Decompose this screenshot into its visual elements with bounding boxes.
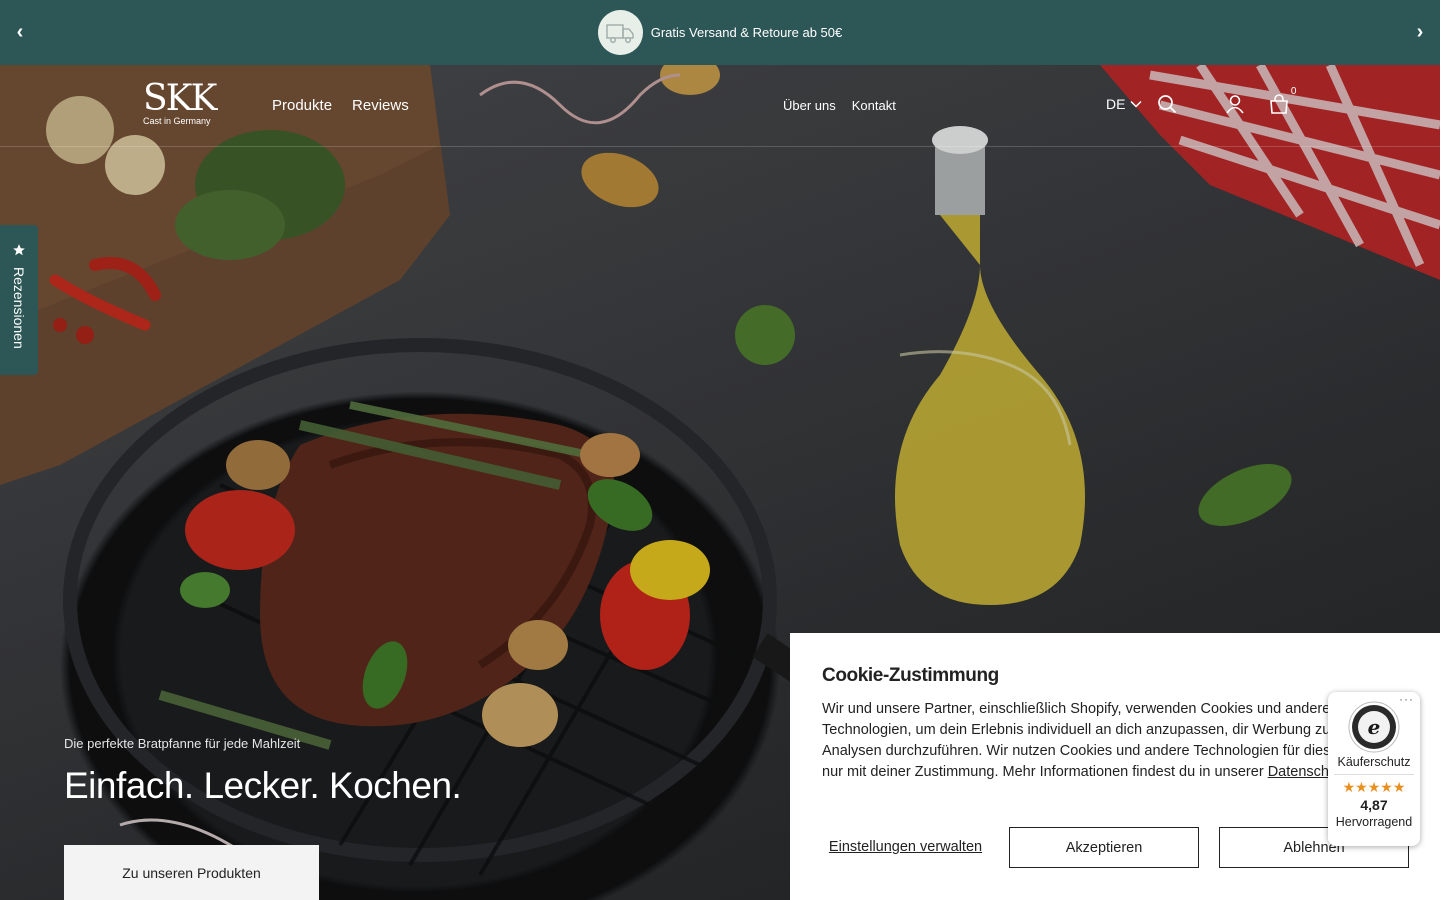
rating-score: 4,87 bbox=[1360, 797, 1388, 813]
manage-settings-button[interactable]: Einstellungen verwalten bbox=[822, 838, 989, 857]
search-icon[interactable] bbox=[1156, 93, 1178, 115]
announcement-next-button[interactable]: › bbox=[1400, 0, 1440, 65]
cookie-actions: Einstellungen verwalten Akzeptieren Able… bbox=[822, 827, 1409, 868]
reviews-tab-label: Rezensionen bbox=[11, 267, 27, 349]
trusted-shops-widget[interactable]: ··· e Käuferschutz ★★★★★ 4,87 Hervorrage… bbox=[1328, 692, 1420, 846]
logo-tagline: Cast in Germany bbox=[143, 116, 211, 126]
hero-subtitle: Die perfekte Bratpfanne für jede Mahlzei… bbox=[64, 736, 301, 751]
secondary-nav: Über uns Kontakt bbox=[783, 98, 896, 113]
nav-link-kontakt[interactable]: Kontakt bbox=[852, 98, 896, 113]
cookie-body: Wir und unsere Partner, einschließlich S… bbox=[822, 699, 1412, 783]
main-nav: Produkte Reviews bbox=[272, 97, 409, 114]
truck-icon bbox=[597, 10, 643, 55]
nav-link-produkte[interactable]: Produkte bbox=[272, 97, 332, 114]
rating-grade: Hervorragend bbox=[1335, 815, 1413, 829]
products-cta-button[interactable]: Zu unseren Produkten bbox=[64, 845, 319, 900]
reviews-side-tab[interactable]: Rezensionen bbox=[0, 225, 38, 375]
rating-stars-icon: ★★★★★ bbox=[1342, 779, 1406, 795]
language-selector[interactable]: DE bbox=[1106, 96, 1142, 112]
widget-menu-icon[interactable]: ··· bbox=[1399, 692, 1414, 706]
cart-icon[interactable]: 0 bbox=[1268, 86, 1296, 115]
site-header: SKK Cast in Germany Produkte Reviews Übe… bbox=[0, 65, 1440, 147]
announcement-prev-button[interactable]: ‹ bbox=[0, 0, 40, 65]
star-icon bbox=[13, 244, 25, 256]
nav-link-reviews[interactable]: Reviews bbox=[352, 97, 409, 114]
cookie-title: Cookie-Zustimmung bbox=[822, 665, 999, 686]
language-code: DE bbox=[1106, 96, 1126, 112]
account-icon[interactable] bbox=[1224, 93, 1246, 115]
announcement-message: Gratis Versand & Retoure ab 50€ bbox=[597, 10, 843, 55]
announcement-text: Gratis Versand & Retoure ab 50€ bbox=[650, 25, 843, 40]
trusted-shops-seal-icon: e bbox=[1348, 701, 1400, 753]
hero-title: Einfach. Lecker. Kochen. bbox=[64, 765, 462, 806]
announcement-bar: ‹ Gratis Versand & Retoure ab 50€ › bbox=[0, 0, 1440, 65]
nav-link-ueber-uns[interactable]: Über uns bbox=[783, 98, 836, 113]
cart-count: 0 bbox=[1290, 86, 1297, 97]
header-tools: DE 0 bbox=[1106, 86, 1296, 115]
chevron-down-icon bbox=[1130, 100, 1142, 108]
accept-button[interactable]: Akzeptieren bbox=[1009, 827, 1199, 868]
logo[interactable]: SKK Cast in Germany bbox=[143, 78, 218, 127]
widget-divider bbox=[1334, 774, 1414, 775]
svg-text:e: e bbox=[1368, 715, 1381, 739]
logo-mark: SKK bbox=[143, 78, 217, 119]
buyer-protection-label: Käuferschutz bbox=[1337, 755, 1411, 769]
